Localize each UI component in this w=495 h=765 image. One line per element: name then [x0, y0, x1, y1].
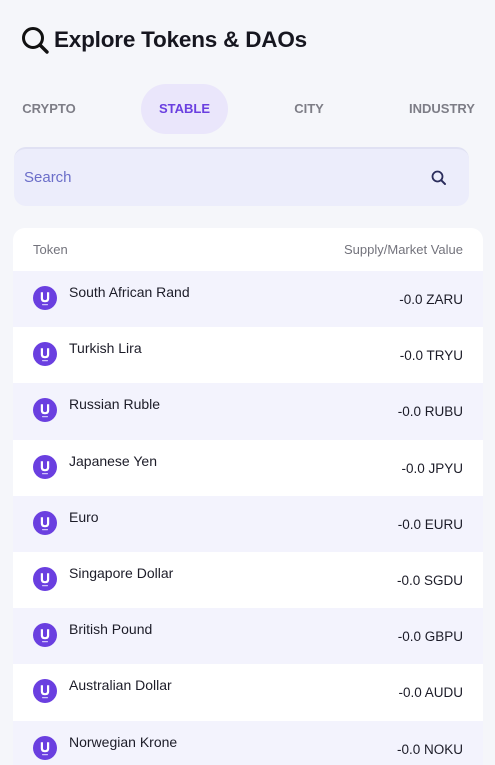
- column-header-token: Token: [33, 242, 68, 257]
- table-row[interactable]: Russian Ruble -0.0 RUBU: [13, 383, 483, 440]
- table-row[interactable]: Australian Dollar -0.0 AUDU: [13, 664, 483, 720]
- token-logo-icon: [33, 342, 57, 367]
- token-name: Singapore Dollar: [69, 564, 174, 581]
- token-logo-icon: [33, 454, 57, 479]
- table-row[interactable]: Euro -0.0 EURU: [13, 495, 483, 552]
- token-name: South African Rand: [69, 284, 190, 300]
- table-row[interactable]: Turkish Lira -0.0 TRYU: [13, 327, 483, 383]
- table-row[interactable]: Japanese Yen -0.0 JPYU: [13, 440, 483, 496]
- token-supply-value: -0.0 TRYU: [399, 348, 463, 364]
- token-logo-icon: [33, 398, 57, 423]
- tab-stable[interactable]: STABLE: [141, 84, 228, 134]
- token-supply-value: -0.0 JPYU: [401, 460, 463, 476]
- table-row[interactable]: Singapore Dollar -0.0 SGDU: [13, 552, 483, 608]
- column-header-supply: Supply/Market Value: [344, 242, 463, 257]
- token-table: Token Supply/Market Value South African …: [13, 228, 483, 765]
- token-name: Russian Ruble: [69, 396, 161, 413]
- explore-page: Explore Tokens & DAOs CRYPTO STABLE CITY…: [0, 0, 495, 765]
- token-name: Euro: [69, 508, 99, 525]
- token-name: Turkish Lira: [69, 340, 142, 357]
- table-row[interactable]: South African Rand -0.0 ZARU: [13, 271, 483, 328]
- token-list: South African Rand -0.0 ZARU Turkish Lir…: [13, 271, 483, 765]
- token-supply-value: -0.0 SGDU: [396, 572, 463, 588]
- token-supply-value: -0.0 AUDU: [398, 685, 463, 701]
- token-supply-value: -0.0 RUBU: [397, 404, 463, 420]
- page-title: Explore Tokens & DAOs: [54, 27, 307, 52]
- token-logo-icon: [33, 566, 57, 591]
- category-tabs: CRYPTO STABLE CITY INDUSTRY: [0, 84, 495, 134]
- token-name: Japanese Yen: [69, 452, 157, 469]
- token-logo-icon: [33, 286, 57, 310]
- table-row[interactable]: British Pound -0.0 GBPU: [13, 608, 483, 665]
- page-header: Explore Tokens & DAOs: [20, 24, 307, 56]
- token-logo-icon: [33, 735, 57, 760]
- token-logo-icon: [33, 623, 57, 648]
- token-name: Norwegian Krone: [69, 733, 178, 750]
- tab-industry[interactable]: INDUSTRY: [402, 84, 482, 134]
- tab-crypto[interactable]: CRYPTO: [14, 84, 84, 134]
- token-logo-icon: [33, 679, 57, 704]
- token-logo-icon: [33, 510, 57, 535]
- table-header: Token Supply/Market Value: [13, 228, 483, 271]
- token-supply-value: -0.0 ZARU: [399, 292, 463, 307]
- token-supply-value: -0.0 GBPU: [397, 629, 463, 645]
- search-input[interactable]: [24, 149, 404, 206]
- token-supply-value: -0.0 EURU: [397, 516, 463, 532]
- search-icon: [22, 27, 49, 54]
- token-name: British Pound: [69, 621, 153, 638]
- search-box: [14, 147, 469, 206]
- token-name: Australian Dollar: [69, 677, 172, 694]
- search-button-icon[interactable]: [430, 169, 448, 187]
- table-row[interactable]: Norwegian Krone -0.0 NOKU: [13, 720, 483, 765]
- token-supply-value: -0.0 NOKU: [396, 741, 463, 757]
- tab-city[interactable]: CITY: [285, 84, 333, 134]
